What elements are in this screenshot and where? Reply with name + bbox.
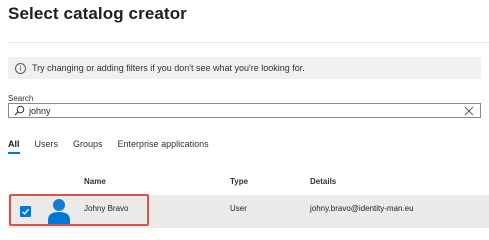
info-bar: i Try changing or adding filters if you … [8, 57, 481, 79]
info-text: Try changing or adding filters if you do… [32, 63, 305, 73]
search-value[interactable]: johny [29, 106, 463, 116]
search-icon [14, 105, 25, 116]
close-icon[interactable] [463, 105, 475, 117]
column-header-name: Name [84, 177, 106, 186]
page-title: Select catalog creator [8, 4, 187, 23]
row-type: User [230, 204, 247, 213]
user-icon [48, 197, 70, 225]
tab-all[interactable]: All [8, 139, 20, 154]
column-header-type: Type [230, 177, 249, 186]
tab-users[interactable]: Users [35, 139, 59, 154]
filter-tabs: All Users Groups Enterprise applications [8, 139, 224, 154]
table-row[interactable]: Johny Bravo User johny.bravo@identity-ma… [8, 195, 489, 228]
tab-groups[interactable]: Groups [73, 139, 103, 154]
row-details: johny.bravo@identity-man.eu [310, 204, 414, 213]
info-icon: i [15, 62, 26, 74]
checkmark-icon [22, 208, 30, 215]
tab-enterprise-applications[interactable]: Enterprise applications [118, 139, 209, 154]
search-input[interactable]: johny [8, 103, 481, 118]
search-label: Search [8, 94, 34, 103]
row-checkbox[interactable] [20, 206, 31, 217]
row-name: Johny Bravo [84, 204, 129, 213]
title-divider [8, 42, 489, 43]
column-header-details: Details [310, 177, 337, 186]
